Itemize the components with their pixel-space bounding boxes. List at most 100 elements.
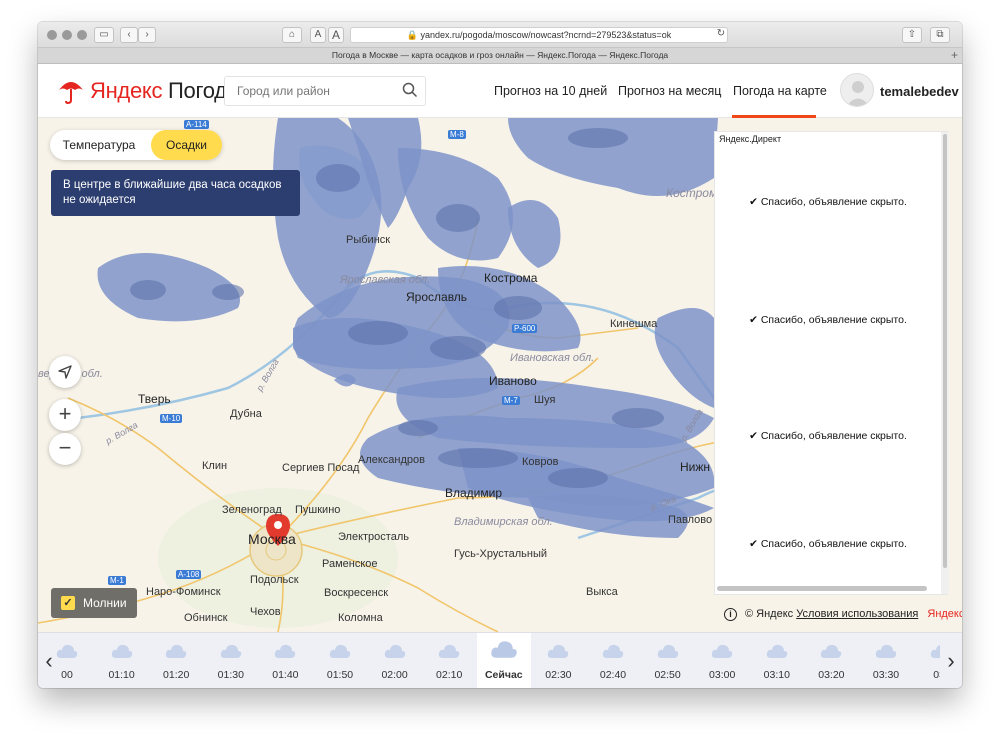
share-icon[interactable]: ⇧ xyxy=(902,27,922,43)
zoom-in-button[interactable]: + xyxy=(49,399,81,431)
city-label-shuya: Шуя xyxy=(534,394,556,406)
cloud-icon xyxy=(111,644,132,658)
url-text: yandex.ru/pogoda/moscow/nowcast?ncrnd=27… xyxy=(420,30,672,40)
city-label-podolsk: Подольск xyxy=(250,574,299,586)
timeline-slot-label: 02:50 xyxy=(654,669,681,681)
city-label-pushkino: Пушкино xyxy=(295,504,341,516)
nav-10-day-forecast[interactable]: Прогноз на 10 дней xyxy=(494,84,607,98)
toggle-temperature[interactable]: Температура xyxy=(50,130,148,160)
copyright-text: © Яндекс xyxy=(745,608,794,620)
home-icon[interactable]: ⌂ xyxy=(282,27,302,43)
locate-button[interactable] xyxy=(49,356,81,388)
tab-title[interactable]: Погода в Москве — карта осадков и гроз о… xyxy=(332,50,668,60)
reader-large-button[interactable]: A xyxy=(328,27,344,43)
road-label-r600: Р-600 xyxy=(512,324,538,333)
ad-title[interactable]: Яндекс.Директ xyxy=(719,134,781,144)
city-label-aleksandrov: Александров xyxy=(358,454,425,466)
ad-horizontal-scrollbar[interactable] xyxy=(717,586,927,591)
search-icon[interactable] xyxy=(402,82,418,98)
yandex-map-logo[interactable]: Яндекс xyxy=(927,608,962,620)
city-label-yaroslavl: Ярославль xyxy=(406,290,468,304)
close-window-icon[interactable] xyxy=(47,30,57,40)
nav-weather-map[interactable]: Погода на карте xyxy=(733,84,827,98)
city-label-klin: Клин xyxy=(202,460,228,472)
timeline-slot[interactable]: 01:20 xyxy=(149,633,203,688)
city-label-zelenograd: Зеленоград xyxy=(222,504,282,516)
timeline-slot-label: 02:10 xyxy=(436,669,463,681)
timeline-slot-label: 02:30 xyxy=(545,669,572,681)
city-label-sergiev-posad: Сергиев Посад xyxy=(282,462,360,474)
cloud-icon xyxy=(56,644,78,658)
city-label-rybinsk: Рыбинск xyxy=(346,234,391,246)
timeline-slot-label: 01:20 xyxy=(163,669,190,681)
region-label-ivanovo: Ивановская обл. xyxy=(510,352,595,364)
timeline-slot-label: 00 xyxy=(61,669,73,681)
city-search-input[interactable] xyxy=(224,76,426,106)
city-label-vyksa: Выкса xyxy=(586,586,618,598)
region-label-yaroslavl: Ярославская обл. xyxy=(340,274,431,286)
timeline-slot[interactable]: 02:10 xyxy=(422,633,476,688)
city-label-nizhny: Нижн xyxy=(680,460,711,474)
checkbox-checked-icon[interactable]: ✓ xyxy=(61,596,75,610)
new-tab-icon[interactable]: + xyxy=(951,48,958,63)
timeline-slot[interactable]: 01:50 xyxy=(313,633,367,688)
nav-month-forecast[interactable]: Прогноз на месяц xyxy=(618,84,721,98)
lightning-toggle[interactable]: ✓ Молнии xyxy=(51,588,137,618)
cloud-icon xyxy=(821,644,842,658)
cloud-icon xyxy=(602,644,624,658)
zoom-out-button[interactable]: − xyxy=(49,433,81,465)
sidebar-icon[interactable]: ▭ xyxy=(94,27,114,43)
ad-scroll-thumb[interactable] xyxy=(943,134,947,568)
timeline-slot[interactable]: 02:40 xyxy=(586,633,640,688)
checkmark-icon: ✔ xyxy=(749,538,761,550)
timeline-slot[interactable]: 03:20 xyxy=(804,633,858,688)
tabs-overview-icon[interactable]: ⧉ xyxy=(930,27,950,43)
timeline-slot[interactable]: 02:00 xyxy=(368,633,422,688)
cloud-icon xyxy=(220,644,241,658)
terms-link[interactable]: Условия использования xyxy=(796,608,918,620)
timeline-slot-current[interactable]: Сейчас xyxy=(476,633,531,688)
timeline-slot[interactable]: 00 xyxy=(40,633,94,688)
logo-yandex: Яндекс xyxy=(90,78,163,103)
timeline-slot[interactable]: 01:40 xyxy=(258,633,312,688)
timeline-slot-label: 01:10 xyxy=(108,669,135,681)
timeline-slot-label: 01:30 xyxy=(217,669,244,681)
checkmark-icon: ✔ xyxy=(749,196,761,208)
road-label-m7: М-7 xyxy=(502,396,520,405)
timeline-slot-label: 03:20 xyxy=(818,669,845,681)
user-silhouette-icon xyxy=(846,81,870,106)
cloud-icon xyxy=(384,644,405,658)
timeline-slot[interactable]: 03:30 xyxy=(859,633,913,688)
timeline-slot[interactable]: 02:30 xyxy=(531,633,585,688)
back-icon[interactable]: ‹ xyxy=(120,27,138,43)
ad-hidden-message: ✔ Спасибо, объявление скрыто. xyxy=(749,430,907,442)
toggle-precipitation[interactable]: Осадки xyxy=(151,130,222,160)
city-label-chekhov: Чехов xyxy=(250,606,281,618)
timeline-slot[interactable]: 01:10 xyxy=(95,633,149,688)
reader-small-button[interactable]: A xyxy=(310,27,326,43)
timeline-slot[interactable]: 02:50 xyxy=(641,633,695,688)
city-label-kolomna: Коломна xyxy=(338,612,383,624)
timeline-slot[interactable]: 03:10 xyxy=(750,633,804,688)
avatar[interactable] xyxy=(840,73,874,107)
map-copyright: i © Яндекс Условия использования Яндекс xyxy=(724,608,962,621)
timeline-slot[interactable]: 03:00 xyxy=(695,633,749,688)
forward-icon[interactable]: › xyxy=(138,27,156,43)
maximize-window-icon[interactable] xyxy=(77,30,87,40)
timeline-slot[interactable]: 01:30 xyxy=(204,633,258,688)
info-icon[interactable]: i xyxy=(724,608,737,621)
ad-hidden-message: ✔ Спасибо, объявление скрыто. xyxy=(749,314,907,326)
minimize-window-icon[interactable] xyxy=(62,30,72,40)
timeline-slot-label: 02:00 xyxy=(381,669,408,681)
timeline-slot-label: 01:50 xyxy=(326,669,354,681)
timeline-next-icon[interactable]: › xyxy=(940,633,962,688)
ad-scrollbar[interactable] xyxy=(941,132,949,594)
city-label-vladimir: Владимир xyxy=(445,486,503,500)
reload-icon[interactable]: ↻ xyxy=(714,27,728,43)
nowcast-notice: В центре в ближайшие два часа осадков не… xyxy=(51,170,300,216)
lock-icon: 🔒 xyxy=(406,30,419,40)
username[interactable]: temalebedev xyxy=(880,84,959,99)
address-bar[interactable]: 🔒 yandex.ru/pogoda/moscow/nowcast?ncrnd=… xyxy=(350,27,728,43)
site-logo[interactable]: Яндекс Погода xyxy=(90,78,239,104)
precipitation-map[interactable]: Кострома Ярославль Иваново Владимир Моск… xyxy=(38,118,962,632)
